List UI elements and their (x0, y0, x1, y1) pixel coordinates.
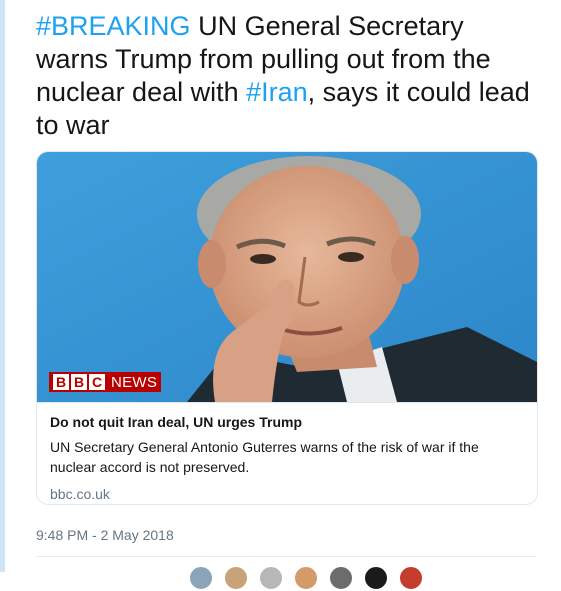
hashtag-breaking[interactable]: #BREAKING (36, 11, 191, 41)
tweet-text: #BREAKING UN General Secretary warns Tru… (36, 10, 536, 142)
card-domain: bbc.co.uk (50, 486, 110, 502)
article-photo (37, 152, 537, 402)
avatar[interactable] (258, 565, 284, 591)
divider (36, 556, 536, 557)
card-body: Do not quit Iran deal, UN urges Trump UN… (37, 402, 537, 503)
bbc-logo-letter: C (89, 374, 105, 390)
avatar[interactable] (293, 565, 319, 591)
bbc-logo-letter: B (71, 374, 87, 390)
avatar[interactable] (188, 565, 214, 591)
avatar[interactable] (328, 565, 354, 591)
bbc-news-logo: B B C NEWS (49, 372, 162, 392)
avatar[interactable] (223, 565, 249, 591)
likers-avatar-row (188, 565, 424, 591)
tweet-timestamp[interactable]: 9:48 PM - 2 May 2018 (36, 527, 174, 543)
bbc-logo-word: NEWS (111, 373, 158, 391)
thread-rule (0, 0, 5, 572)
card-title: Do not quit Iran deal, UN urges Trump (50, 414, 303, 430)
hashtag-iran[interactable]: #Iran (246, 77, 308, 107)
card-description: UN Secretary General Antonio Guterres wa… (50, 439, 479, 475)
link-preview-card[interactable]: B B C NEWS Do not quit Iran deal, UN urg… (36, 151, 538, 505)
bbc-logo-letter: B (53, 374, 69, 390)
avatar[interactable] (363, 565, 389, 591)
avatar[interactable] (398, 565, 424, 591)
